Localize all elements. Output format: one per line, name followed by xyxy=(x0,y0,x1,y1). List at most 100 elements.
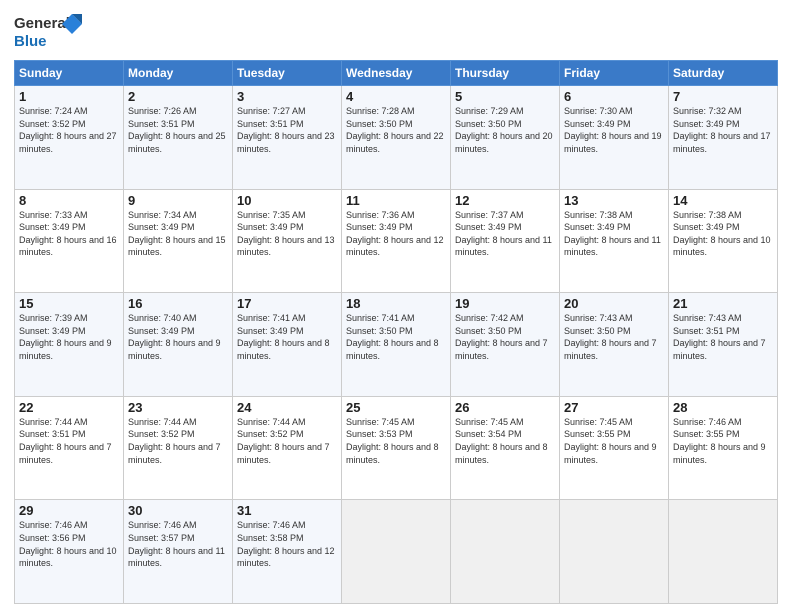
calendar-table: Sunday Monday Tuesday Wednesday Thursday… xyxy=(14,60,778,604)
day-number: 22 xyxy=(19,400,119,415)
day-number: 24 xyxy=(237,400,337,415)
table-row: 31 Sunrise: 7:46 AM Sunset: 3:58 PM Dayl… xyxy=(233,500,342,604)
day-info: Sunrise: 7:27 AM Sunset: 3:51 PM Dayligh… xyxy=(237,105,337,155)
day-number: 16 xyxy=(128,296,228,311)
day-number: 13 xyxy=(564,193,664,208)
day-info: Sunrise: 7:46 AM Sunset: 3:57 PM Dayligh… xyxy=(128,519,228,569)
day-number: 23 xyxy=(128,400,228,415)
day-info: Sunrise: 7:46 AM Sunset: 3:55 PM Dayligh… xyxy=(673,416,773,466)
table-row: 4 Sunrise: 7:28 AM Sunset: 3:50 PM Dayli… xyxy=(342,86,451,190)
table-row xyxy=(560,500,669,604)
table-row: 22 Sunrise: 7:44 AM Sunset: 3:51 PM Dayl… xyxy=(15,396,124,500)
table-row: 16 Sunrise: 7:40 AM Sunset: 3:49 PM Dayl… xyxy=(124,293,233,397)
day-info: Sunrise: 7:32 AM Sunset: 3:49 PM Dayligh… xyxy=(673,105,773,155)
day-info: Sunrise: 7:41 AM Sunset: 3:49 PM Dayligh… xyxy=(237,312,337,362)
day-number: 21 xyxy=(673,296,773,311)
svg-text:General: General xyxy=(14,15,70,32)
table-row: 8 Sunrise: 7:33 AM Sunset: 3:49 PM Dayli… xyxy=(15,189,124,293)
day-info: Sunrise: 7:44 AM Sunset: 3:52 PM Dayligh… xyxy=(237,416,337,466)
table-row: 26 Sunrise: 7:45 AM Sunset: 3:54 PM Dayl… xyxy=(451,396,560,500)
day-number: 25 xyxy=(346,400,446,415)
svg-text:Blue: Blue xyxy=(14,33,47,50)
day-info: Sunrise: 7:46 AM Sunset: 3:56 PM Dayligh… xyxy=(19,519,119,569)
day-number: 14 xyxy=(673,193,773,208)
calendar-week-3: 15 Sunrise: 7:39 AM Sunset: 3:49 PM Dayl… xyxy=(15,293,778,397)
table-row: 17 Sunrise: 7:41 AM Sunset: 3:49 PM Dayl… xyxy=(233,293,342,397)
day-number: 3 xyxy=(237,89,337,104)
table-row: 27 Sunrise: 7:45 AM Sunset: 3:55 PM Dayl… xyxy=(560,396,669,500)
day-number: 15 xyxy=(19,296,119,311)
calendar-week-4: 22 Sunrise: 7:44 AM Sunset: 3:51 PM Dayl… xyxy=(15,396,778,500)
day-number: 10 xyxy=(237,193,337,208)
day-info: Sunrise: 7:41 AM Sunset: 3:50 PM Dayligh… xyxy=(346,312,446,362)
day-number: 17 xyxy=(237,296,337,311)
day-info: Sunrise: 7:35 AM Sunset: 3:49 PM Dayligh… xyxy=(237,209,337,259)
table-row: 6 Sunrise: 7:30 AM Sunset: 3:49 PM Dayli… xyxy=(560,86,669,190)
day-number: 11 xyxy=(346,193,446,208)
table-row: 10 Sunrise: 7:35 AM Sunset: 3:49 PM Dayl… xyxy=(233,189,342,293)
table-row: 13 Sunrise: 7:38 AM Sunset: 3:49 PM Dayl… xyxy=(560,189,669,293)
day-number: 30 xyxy=(128,503,228,518)
col-thursday: Thursday xyxy=(451,61,560,86)
table-row: 7 Sunrise: 7:32 AM Sunset: 3:49 PM Dayli… xyxy=(669,86,778,190)
table-row: 2 Sunrise: 7:26 AM Sunset: 3:51 PM Dayli… xyxy=(124,86,233,190)
logo: General Blue xyxy=(14,10,84,54)
day-number: 27 xyxy=(564,400,664,415)
day-number: 20 xyxy=(564,296,664,311)
day-number: 28 xyxy=(673,400,773,415)
day-info: Sunrise: 7:34 AM Sunset: 3:49 PM Dayligh… xyxy=(128,209,228,259)
day-info: Sunrise: 7:44 AM Sunset: 3:51 PM Dayligh… xyxy=(19,416,119,466)
day-number: 12 xyxy=(455,193,555,208)
table-row: 19 Sunrise: 7:42 AM Sunset: 3:50 PM Dayl… xyxy=(451,293,560,397)
col-monday: Monday xyxy=(124,61,233,86)
col-saturday: Saturday xyxy=(669,61,778,86)
day-info: Sunrise: 7:38 AM Sunset: 3:49 PM Dayligh… xyxy=(673,209,773,259)
calendar-body: 1 Sunrise: 7:24 AM Sunset: 3:52 PM Dayli… xyxy=(15,86,778,604)
table-row: 11 Sunrise: 7:36 AM Sunset: 3:49 PM Dayl… xyxy=(342,189,451,293)
day-info: Sunrise: 7:29 AM Sunset: 3:50 PM Dayligh… xyxy=(455,105,555,155)
logo-svg: General Blue xyxy=(14,10,84,54)
table-row: 21 Sunrise: 7:43 AM Sunset: 3:51 PM Dayl… xyxy=(669,293,778,397)
day-info: Sunrise: 7:28 AM Sunset: 3:50 PM Dayligh… xyxy=(346,105,446,155)
table-row: 18 Sunrise: 7:41 AM Sunset: 3:50 PM Dayl… xyxy=(342,293,451,397)
day-number: 31 xyxy=(237,503,337,518)
header-row: Sunday Monday Tuesday Wednesday Thursday… xyxy=(15,61,778,86)
table-row: 5 Sunrise: 7:29 AM Sunset: 3:50 PM Dayli… xyxy=(451,86,560,190)
table-row: 14 Sunrise: 7:38 AM Sunset: 3:49 PM Dayl… xyxy=(669,189,778,293)
page: General Blue Sunday Monday Tuesday Wedne… xyxy=(0,0,792,612)
day-info: Sunrise: 7:26 AM Sunset: 3:51 PM Dayligh… xyxy=(128,105,228,155)
table-row: 15 Sunrise: 7:39 AM Sunset: 3:49 PM Dayl… xyxy=(15,293,124,397)
col-wednesday: Wednesday xyxy=(342,61,451,86)
day-number: 6 xyxy=(564,89,664,104)
day-info: Sunrise: 7:24 AM Sunset: 3:52 PM Dayligh… xyxy=(19,105,119,155)
table-row: 24 Sunrise: 7:44 AM Sunset: 3:52 PM Dayl… xyxy=(233,396,342,500)
col-tuesday: Tuesday xyxy=(233,61,342,86)
col-sunday: Sunday xyxy=(15,61,124,86)
table-row: 1 Sunrise: 7:24 AM Sunset: 3:52 PM Dayli… xyxy=(15,86,124,190)
table-row xyxy=(669,500,778,604)
day-info: Sunrise: 7:43 AM Sunset: 3:50 PM Dayligh… xyxy=(564,312,664,362)
day-number: 2 xyxy=(128,89,228,104)
table-row xyxy=(451,500,560,604)
day-info: Sunrise: 7:39 AM Sunset: 3:49 PM Dayligh… xyxy=(19,312,119,362)
table-row: 12 Sunrise: 7:37 AM Sunset: 3:49 PM Dayl… xyxy=(451,189,560,293)
calendar-week-1: 1 Sunrise: 7:24 AM Sunset: 3:52 PM Dayli… xyxy=(15,86,778,190)
day-info: Sunrise: 7:45 AM Sunset: 3:53 PM Dayligh… xyxy=(346,416,446,466)
day-number: 7 xyxy=(673,89,773,104)
day-info: Sunrise: 7:40 AM Sunset: 3:49 PM Dayligh… xyxy=(128,312,228,362)
day-number: 1 xyxy=(19,89,119,104)
day-info: Sunrise: 7:36 AM Sunset: 3:49 PM Dayligh… xyxy=(346,209,446,259)
table-row xyxy=(342,500,451,604)
day-info: Sunrise: 7:37 AM Sunset: 3:49 PM Dayligh… xyxy=(455,209,555,259)
table-row: 28 Sunrise: 7:46 AM Sunset: 3:55 PM Dayl… xyxy=(669,396,778,500)
day-info: Sunrise: 7:45 AM Sunset: 3:55 PM Dayligh… xyxy=(564,416,664,466)
table-row: 25 Sunrise: 7:45 AM Sunset: 3:53 PM Dayl… xyxy=(342,396,451,500)
day-info: Sunrise: 7:30 AM Sunset: 3:49 PM Dayligh… xyxy=(564,105,664,155)
header: General Blue xyxy=(14,10,778,54)
day-number: 8 xyxy=(19,193,119,208)
col-friday: Friday xyxy=(560,61,669,86)
day-number: 18 xyxy=(346,296,446,311)
table-row: 3 Sunrise: 7:27 AM Sunset: 3:51 PM Dayli… xyxy=(233,86,342,190)
table-row: 9 Sunrise: 7:34 AM Sunset: 3:49 PM Dayli… xyxy=(124,189,233,293)
day-number: 5 xyxy=(455,89,555,104)
